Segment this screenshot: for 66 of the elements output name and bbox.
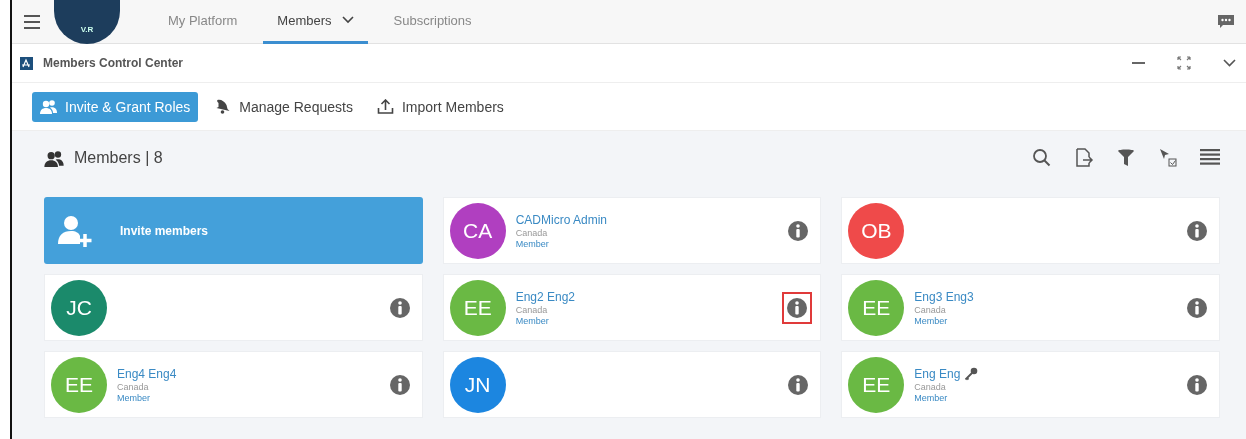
panel-title: Members Control Center	[43, 56, 184, 70]
member-role: Member	[515, 238, 549, 249]
member-country: Canada	[914, 381, 946, 392]
member-role: Member	[914, 315, 948, 326]
info-icon	[787, 297, 808, 318]
export-icon[interactable]	[1074, 148, 1094, 168]
member-country: Canada	[117, 381, 149, 392]
info-icon	[1187, 374, 1207, 395]
info-icon	[389, 374, 410, 395]
member-name[interactable]: CADMicro Admin	[515, 212, 607, 227]
avatar: CA	[449, 202, 506, 259]
minimize-icon[interactable]	[1132, 61, 1145, 65]
avatar: EE	[848, 279, 905, 336]
chat-icon[interactable]	[1218, 14, 1234, 29]
info-icon	[389, 297, 410, 318]
menu-icon[interactable]	[24, 14, 40, 29]
nav-tab[interactable]: Subscriptions	[379, 0, 486, 44]
member-name[interactable]: Eng2 Eng2	[515, 289, 576, 304]
filter-icon[interactable]	[1116, 148, 1136, 168]
member-country: Canada	[515, 304, 548, 315]
member-country: Canada	[515, 227, 548, 238]
avatar: EE	[848, 356, 905, 413]
toolbar-button[interactable]: Import Members	[368, 91, 512, 122]
upload-icon	[376, 99, 394, 114]
nav-tab[interactable]: Members	[263, 0, 368, 44]
member-card[interactable]: EE Eng Eng Canada Member	[841, 351, 1220, 418]
members-count-title: Members | 8	[74, 149, 163, 167]
info-icon	[1187, 220, 1207, 241]
member-card[interactable]: JN	[442, 351, 822, 418]
member-card[interactable]: EE Eng4 Eng4 Canada Member	[44, 351, 423, 418]
select-cursor-icon[interactable]	[1158, 148, 1178, 168]
toolbar-button[interactable]: Invite & Grant Roles	[32, 91, 199, 122]
member-name[interactable]: Eng4 Eng4	[117, 366, 177, 381]
info-icon	[1187, 297, 1207, 318]
info-button[interactable]	[782, 291, 813, 324]
list-view-icon[interactable]	[1200, 148, 1220, 168]
member-role: Member	[914, 392, 948, 403]
info-icon	[788, 220, 809, 241]
member-name[interactable]: Eng3 Eng3	[914, 289, 974, 304]
add-user-icon	[58, 213, 92, 248]
member-name[interactable]: Eng Eng	[914, 366, 961, 381]
users-icon	[40, 99, 57, 114]
toolbar-button[interactable]: Manage Requests	[206, 91, 361, 122]
expand-icon[interactable]	[1177, 56, 1191, 70]
member-card[interactable]: CA CADMicro Admin Canada Member	[442, 197, 822, 264]
member-country: Canada	[914, 304, 946, 315]
users-icon	[44, 149, 64, 167]
chevron-down-icon[interactable]	[1223, 59, 1236, 67]
avatar: EE	[51, 356, 107, 413]
invite-members-button[interactable]: Invite members	[44, 197, 423, 264]
avatar: JC	[51, 279, 107, 336]
avatar: JN	[449, 356, 506, 413]
member-role: Member	[117, 392, 150, 403]
member-card[interactable]: OB	[841, 197, 1220, 264]
app-icon	[20, 56, 33, 70]
info-icon	[788, 374, 809, 395]
avatar: EE	[449, 279, 506, 336]
search-icon[interactable]	[1032, 148, 1052, 168]
member-card[interactable]: EE Eng2 Eng2 Canada Member	[442, 274, 822, 341]
member-card[interactable]: EE Eng3 Eng3 Canada Member	[841, 274, 1220, 341]
avatar: OB	[848, 202, 905, 259]
nav-tab[interactable]: My Platform	[154, 0, 252, 44]
member-role: Member	[515, 315, 549, 326]
logo[interactable]: V.R	[54, 0, 120, 44]
member-card[interactable]: JC	[44, 274, 423, 341]
bell-icon	[214, 99, 232, 114]
